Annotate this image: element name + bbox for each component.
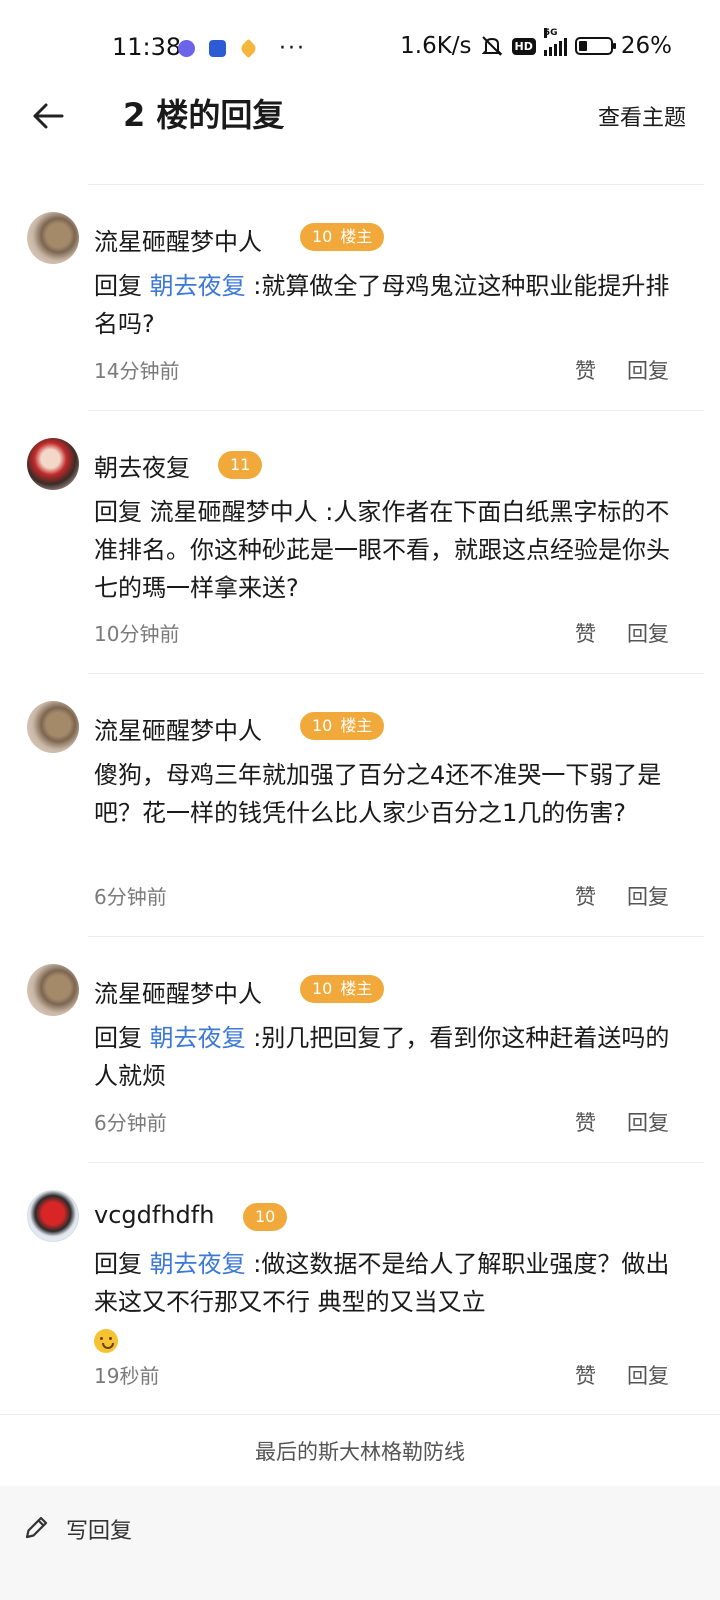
pencil-icon bbox=[25, 1516, 48, 1539]
level-number: 11 bbox=[230, 455, 251, 474]
level-badge: 10 bbox=[243, 1203, 288, 1231]
status-time: 11:38 bbox=[112, 33, 182, 61]
owner-tag: 楼主 bbox=[340, 227, 373, 246]
app-notification-icon bbox=[178, 40, 195, 57]
reply-prefix: 回复 bbox=[94, 272, 150, 300]
status-indicators: 1.6K/s HD 5G 26% bbox=[400, 28, 672, 59]
like-button[interactable]: 赞 bbox=[575, 355, 596, 385]
reply-button[interactable]: 回复 bbox=[627, 618, 669, 648]
battery-percent: 26% bbox=[620, 33, 672, 59]
divider bbox=[88, 1162, 704, 1163]
reply-button[interactable]: 回复 bbox=[627, 881, 669, 911]
reply-content: 回复 朝去夜复 :就算做全了母鸡鬼泣这种职业能提升排名吗? bbox=[94, 267, 684, 343]
divider bbox=[88, 936, 704, 937]
like-button[interactable]: 赞 bbox=[575, 1107, 596, 1137]
grinning-emoji-icon bbox=[94, 1329, 118, 1353]
hd-icon: HD bbox=[511, 37, 536, 55]
network-speed: 1.6K/s bbox=[400, 33, 472, 59]
view-topic-button[interactable]: 查看主题 bbox=[598, 100, 686, 132]
level-number: 10 bbox=[255, 1207, 276, 1226]
divider bbox=[88, 184, 704, 185]
level-badge: 10 楼主 bbox=[300, 712, 385, 740]
reply-text: 回复 流星砸醒梦中人 :人家作者在下面白纸黑字标的不准排名。你这种砂茈是一眼不看… bbox=[94, 498, 670, 602]
like-button[interactable]: 赞 bbox=[575, 618, 596, 648]
footer-divider bbox=[0, 1414, 720, 1415]
mention-link[interactable]: 朝去夜复 bbox=[150, 272, 246, 300]
avatar[interactable] bbox=[27, 212, 79, 264]
reply-content: 傻狗，母鸡三年就加强了百分之4还不准哭一下弱了是吧？花一样的钱凭什么比人家少百分… bbox=[94, 756, 684, 832]
reply-content: 回复 朝去夜复 :做这数据不是给人了解职业强度？做出来这又不行那又不行 典型的又… bbox=[94, 1245, 684, 1359]
reply-button[interactable]: 回复 bbox=[627, 1107, 669, 1137]
reply-prefix: 回复 bbox=[94, 1024, 150, 1052]
note-notification-icon bbox=[238, 38, 259, 59]
level-badge: 11 bbox=[218, 451, 263, 479]
status-bar: 11:38 ··· 1.6K/s HD 5G 26% bbox=[0, 0, 720, 96]
message-notification-icon bbox=[209, 40, 226, 57]
reply-content: 回复 朝去夜复 :别几把回复了，看到你这种赶着送吗的人就烦 bbox=[94, 1019, 684, 1095]
username[interactable]: 朝去夜复 bbox=[94, 448, 190, 483]
avatar[interactable] bbox=[27, 964, 79, 1016]
divider bbox=[88, 410, 704, 411]
username[interactable]: 流星砸醒梦中人 bbox=[94, 222, 262, 257]
write-reply-input[interactable]: 写回复 bbox=[66, 1513, 132, 1545]
divider bbox=[88, 673, 704, 674]
like-button[interactable]: 赞 bbox=[575, 881, 596, 911]
reply-time: 19秒前 bbox=[94, 1364, 160, 1388]
like-button[interactable]: 赞 bbox=[575, 1360, 596, 1390]
reply-button[interactable]: 回复 bbox=[627, 1360, 669, 1390]
owner-tag: 楼主 bbox=[340, 979, 373, 998]
reply-time: 6分钟前 bbox=[94, 1111, 167, 1135]
level-badge: 10 楼主 bbox=[300, 223, 385, 251]
footer-note: 最后的斯大林格勒防线 bbox=[255, 1440, 465, 1464]
avatar[interactable] bbox=[27, 438, 79, 490]
username[interactable]: vcgdfhdfh bbox=[94, 1201, 214, 1229]
page-title: 2 楼的回复 bbox=[123, 96, 285, 134]
reply-time: 10分钟前 bbox=[94, 622, 180, 646]
reply-text: 傻狗，母鸡三年就加强了百分之4还不准哭一下弱了是吧？花一样的钱凭什么比人家少百分… bbox=[94, 761, 662, 827]
owner-tag: 楼主 bbox=[340, 716, 373, 735]
reply-prefix: 回复 bbox=[94, 1250, 150, 1278]
mention-link[interactable]: 朝去夜复 bbox=[150, 1250, 246, 1278]
header: 2 楼的回复 查看主题 bbox=[0, 96, 720, 184]
username[interactable]: 流星砸醒梦中人 bbox=[94, 974, 262, 1009]
avatar[interactable] bbox=[27, 1190, 79, 1242]
write-reply-bar[interactable]: 写回复 bbox=[0, 1486, 720, 1600]
back-arrow-icon[interactable] bbox=[30, 98, 66, 134]
signal-icon: 5G bbox=[543, 28, 567, 56]
notification-icons: ··· bbox=[178, 36, 306, 61]
avatar[interactable] bbox=[27, 701, 79, 753]
mute-icon bbox=[481, 36, 502, 56]
battery-fill bbox=[578, 41, 587, 51]
level-badge: 10 楼主 bbox=[300, 975, 385, 1003]
username[interactable]: 流星砸醒梦中人 bbox=[94, 711, 262, 746]
reply-button[interactable]: 回复 bbox=[627, 355, 669, 385]
reply-content: 回复 流星砸醒梦中人 :人家作者在下面白纸黑字标的不准排名。你这种砂茈是一眼不看… bbox=[94, 493, 684, 607]
mention-link[interactable]: 朝去夜复 bbox=[150, 1024, 246, 1052]
level-number: 10 bbox=[312, 716, 333, 735]
more-notifications-icon: ··· bbox=[279, 36, 306, 61]
level-number: 10 bbox=[312, 227, 333, 246]
5g-label: 5G bbox=[543, 28, 558, 38]
reply-time: 6分钟前 bbox=[94, 885, 167, 909]
battery-icon bbox=[574, 37, 616, 55]
level-number: 10 bbox=[312, 979, 333, 998]
reply-time: 14分钟前 bbox=[94, 359, 180, 383]
